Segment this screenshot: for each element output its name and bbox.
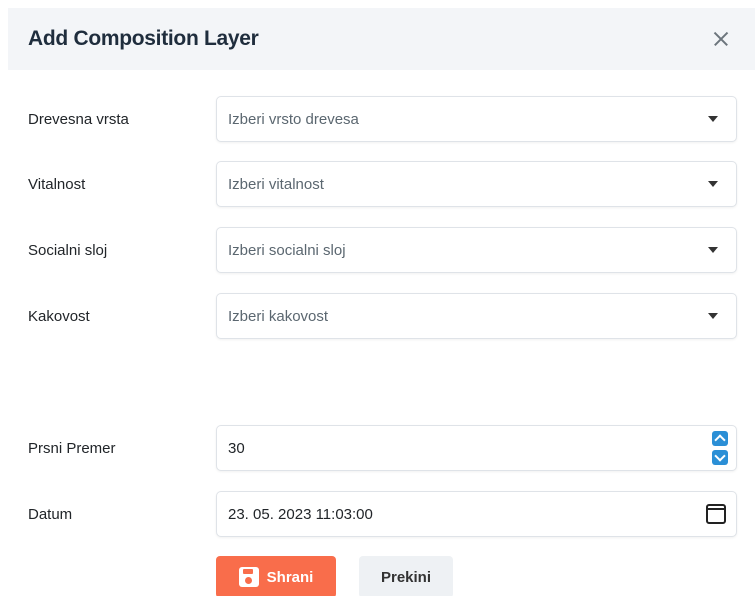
caret-down-icon[interactable]: [708, 313, 718, 319]
vitality-label: Vitalnost: [28, 175, 86, 193]
cancel-button-label: Prekini: [380, 568, 432, 586]
diameter-label: Prsni Premer: [28, 439, 116, 457]
save-button-label: Shrani: [266, 568, 314, 586]
save-button[interactable]: Shrani: [216, 556, 336, 596]
date-value[interactable]: 23. 05. 2023 11:03:00: [228, 506, 706, 523]
social-layer-placeholder: Izberi socialni sloj: [228, 241, 346, 259]
form-row-diameter: Prsni Premer 30: [28, 425, 737, 471]
dialog-title: Add Composition Layer: [28, 27, 259, 50]
diameter-value[interactable]: 30: [228, 440, 712, 457]
quality-label: Kakovost: [28, 307, 90, 325]
add-composition-layer-dialog: Add Composition Layer Drevesna vrsta Izb…: [0, 0, 755, 596]
form-row-social-layer: Socialni sloj Izberi socialni sloj: [28, 227, 737, 273]
form-row-date: Datum 23. 05. 2023 11:03:00: [28, 491, 737, 537]
tree-species-select[interactable]: Izberi vrsto drevesa: [216, 96, 737, 142]
tree-species-label: Drevesna vrsta: [28, 110, 129, 128]
date-input[interactable]: 23. 05. 2023 11:03:00: [216, 491, 737, 537]
diameter-spinner: [712, 431, 728, 465]
form-row-vitality: Vitalnost Izberi vitalnost: [28, 161, 737, 207]
vitality-select[interactable]: Izberi vitalnost: [216, 161, 737, 207]
form-row-quality: Kakovost Izberi kakovost: [28, 293, 737, 339]
tree-species-placeholder: Izberi vrsto drevesa: [228, 110, 359, 128]
quality-select[interactable]: Izberi kakovost: [216, 293, 737, 339]
vitality-placeholder: Izberi vitalnost: [228, 175, 324, 193]
increment-icon[interactable]: [712, 431, 728, 446]
quality-placeholder: Izberi kakovost: [228, 307, 329, 325]
social-layer-select[interactable]: Izberi socialni sloj: [216, 227, 737, 273]
close-icon[interactable]: [709, 27, 733, 51]
caret-down-icon[interactable]: [708, 247, 718, 253]
caret-down-icon[interactable]: [708, 116, 718, 122]
dialog-header: Add Composition Layer: [8, 8, 755, 70]
calendar-icon[interactable]: [706, 504, 726, 524]
diameter-input[interactable]: 30: [216, 425, 737, 471]
floppy-disk-icon: [238, 567, 259, 587]
decrement-icon[interactable]: [712, 450, 728, 465]
caret-down-icon[interactable]: [708, 181, 718, 187]
date-label: Datum: [28, 505, 73, 523]
form-row-tree-species: Drevesna vrsta Izberi vrsto drevesa: [28, 96, 737, 142]
cancel-button[interactable]: Prekini: [359, 556, 453, 596]
social-layer-label: Socialni sloj: [28, 241, 108, 259]
